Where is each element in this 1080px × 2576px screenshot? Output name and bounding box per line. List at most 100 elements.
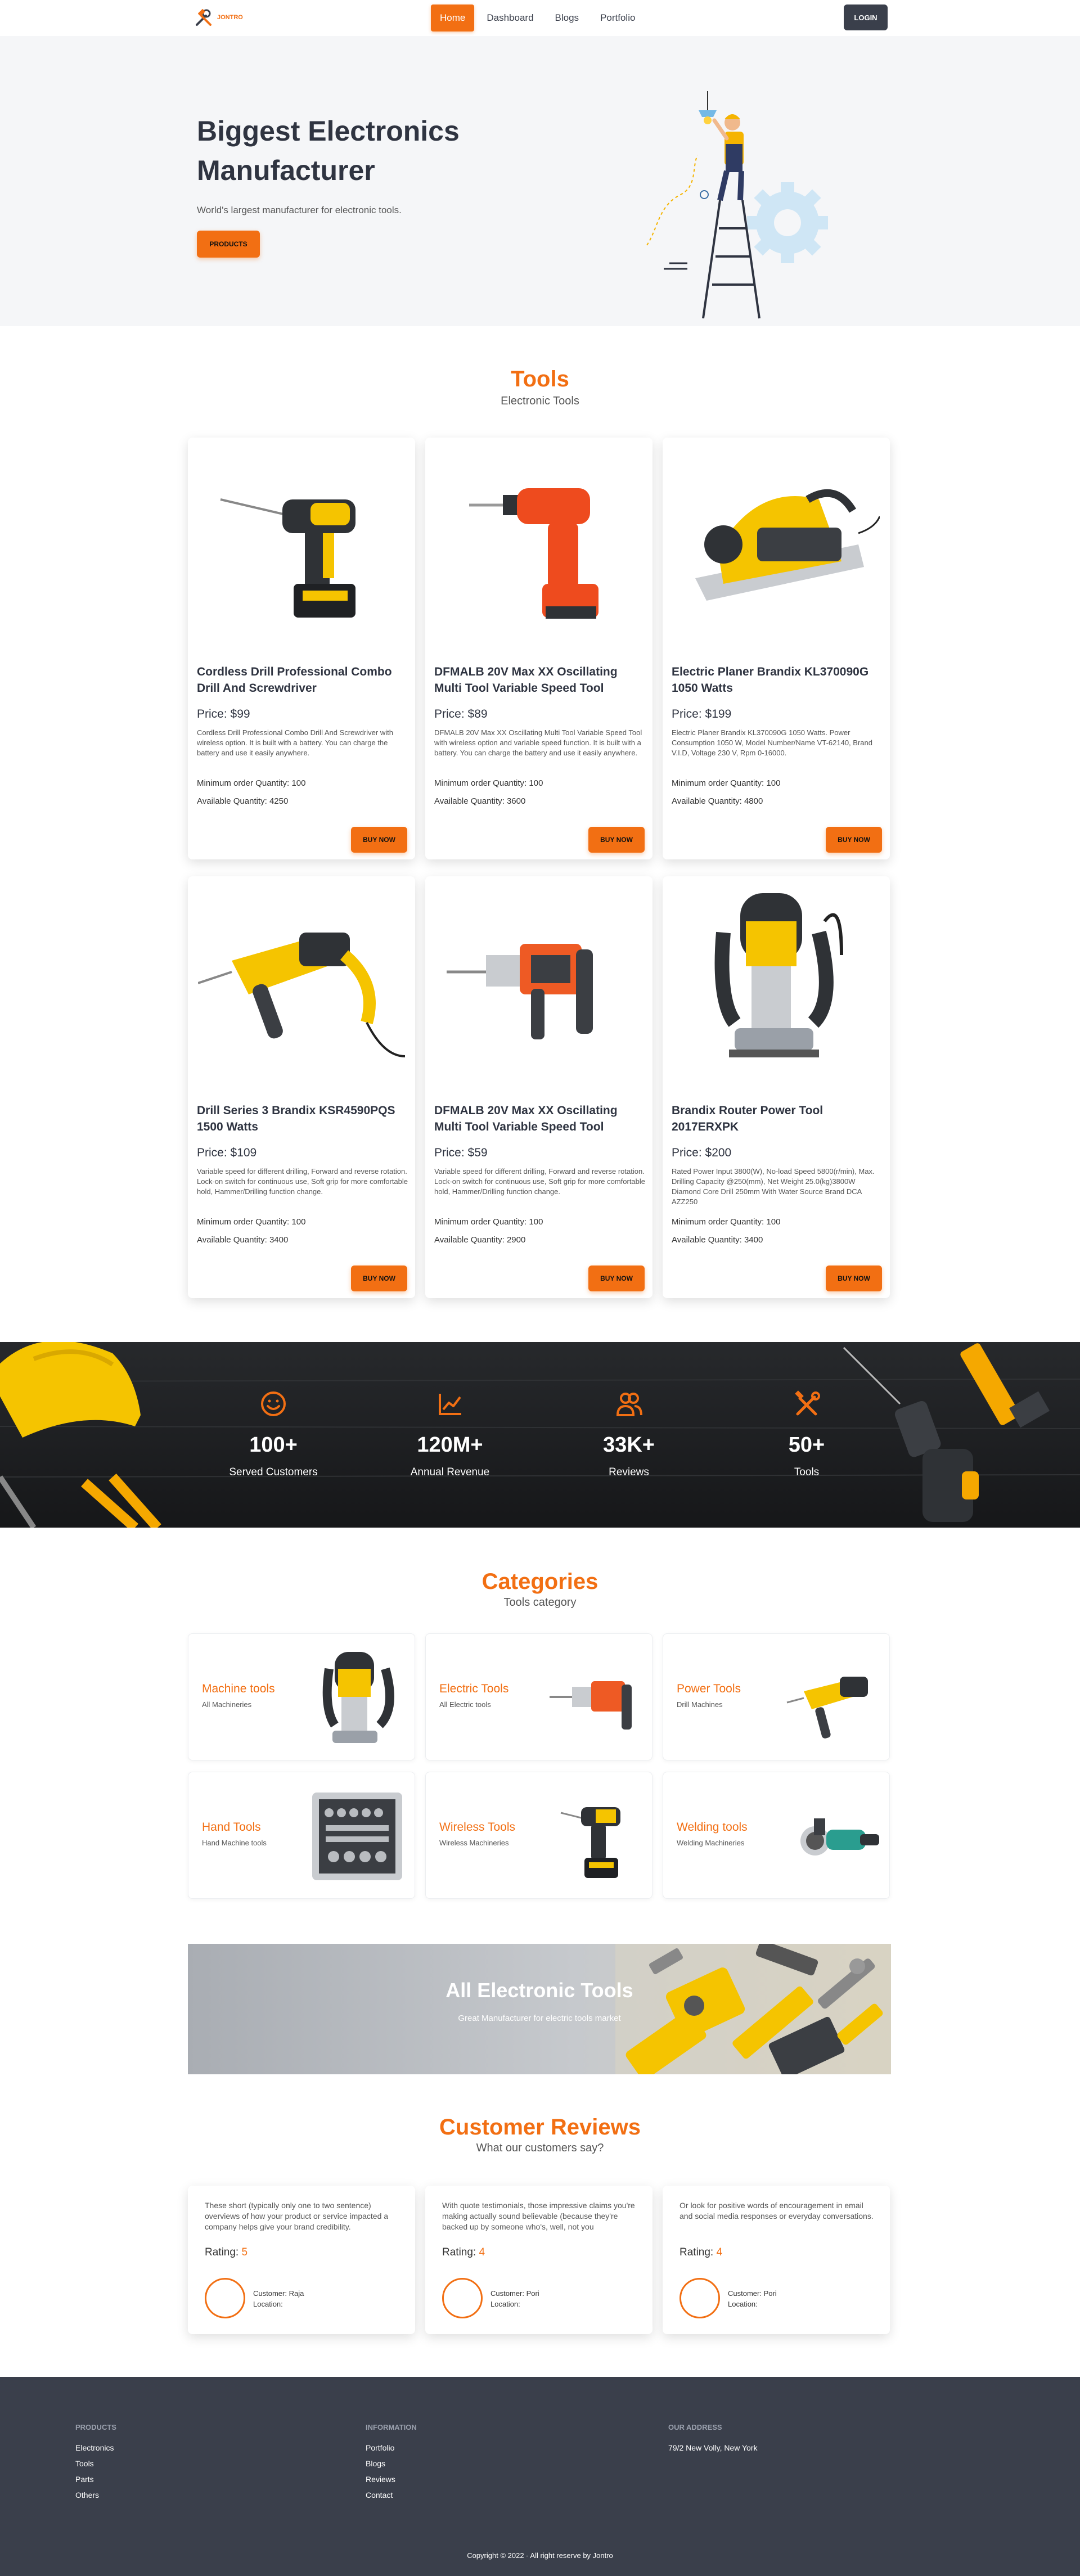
footer-link-blogs[interactable]: Blogs — [366, 2459, 385, 2468]
nav-home[interactable]: Home — [431, 4, 475, 31]
price-prefix: Price: — [434, 1146, 468, 1159]
product-description: DFMALB 20V Max XX Oscillating Multi Tool… — [434, 728, 642, 757]
review-customer: Customer: Raja Location: — [253, 2288, 304, 2309]
product-name: DFMALB 20V Max XX Oscillating Multi Tool… — [434, 1104, 618, 1133]
price-value: $199 — [705, 708, 732, 720]
product-card: Cordless Drill Professional Combo Drill … — [188, 438, 415, 859]
review-rating: Rating: 4 — [442, 2246, 485, 2259]
footer-link-tools[interactable]: Tools — [75, 2459, 94, 2468]
tools-title: Tools — [511, 367, 569, 391]
category-card[interactable]: Power Tools Drill Machines — [663, 1633, 890, 1760]
product-price: Price: $99 — [197, 708, 250, 721]
rating-prefix: Rating: — [442, 2246, 479, 2258]
min-value: 100 — [529, 1217, 543, 1227]
customer-prefix: Customer: — [253, 2289, 289, 2298]
price-prefix: Price: — [434, 708, 468, 720]
category-name: Welding tools — [677, 1821, 748, 1834]
category-image — [781, 1646, 883, 1749]
buy-now-button[interactable]: BUY NOW — [588, 1266, 645, 1291]
product-available-quantity: Available Quantity: 4800 — [672, 796, 763, 806]
smile-icon — [261, 1391, 286, 1416]
avail-prefix: Available Quantity: — [672, 796, 744, 806]
footer-address-heading: OUR ADDRESS — [668, 2423, 722, 2431]
customer-name: Pori — [526, 2289, 539, 2298]
review-customer: Customer: Pori Location: — [728, 2288, 777, 2309]
customer-name: Raja — [289, 2289, 304, 2298]
category-card[interactable]: Hand Tools Hand Machine tools — [188, 1772, 415, 1899]
product-card: DFMALB 20V Max XX Oscillating Multi Tool… — [425, 438, 652, 859]
hero-title: Biggest Electronics Manufacturer — [197, 115, 460, 186]
site-logo[interactable]: JONTRO — [195, 8, 243, 27]
stat-revenue: 120M+ Annual Revenue — [394, 1389, 506, 1479]
review-text: Or look for positive words of encouragem… — [680, 2201, 874, 2221]
wrench-hammer-icon — [196, 9, 212, 26]
avail-value: 3400 — [269, 1235, 289, 1245]
product-available-quantity: Available Quantity: 3400 — [672, 1235, 763, 1245]
price-value: $99 — [230, 708, 250, 720]
avatar — [680, 2278, 720, 2318]
category-card[interactable]: Electric Tools All Electric tools — [425, 1633, 652, 1760]
product-price: Price: $109 — [197, 1146, 256, 1160]
product-name: Brandix Router Power Tool 2017ERXPK — [672, 1104, 824, 1133]
product-card: DFMALB 20V Max XX Oscillating Multi Tool… — [425, 876, 652, 1298]
category-card[interactable]: Wireless Tools Wireless Machineries — [425, 1772, 652, 1899]
avail-prefix: Available Quantity: — [197, 1235, 269, 1245]
footer-link-reviews[interactable]: Reviews — [366, 2475, 395, 2484]
customer-name: Pori — [763, 2289, 777, 2298]
customer-prefix: Customer: — [490, 2289, 526, 2298]
review-text: With quote testimonials, those impressiv… — [442, 2201, 635, 2231]
logo-text: JONTRO — [217, 14, 243, 21]
buy-now-button[interactable]: BUY NOW — [826, 1266, 882, 1291]
footer-link-parts[interactable]: Parts — [75, 2475, 94, 2484]
location-label: Location: — [728, 2300, 758, 2308]
location-label: Location: — [253, 2300, 283, 2308]
footer-link-others[interactable]: Others — [75, 2491, 99, 2500]
avail-prefix: Available Quantity: — [672, 1235, 744, 1245]
login-button[interactable]: LOGIN — [844, 4, 888, 30]
price-prefix: Price: — [672, 708, 705, 720]
category-card[interactable]: Machine tools All Machineries — [188, 1633, 415, 1760]
stat-value: 120M+ — [417, 1433, 483, 1457]
category-card[interactable]: Welding tools Welding Machineries — [663, 1772, 890, 1899]
rating-value: 4 — [716, 2246, 723, 2258]
category-image — [781, 1785, 883, 1887]
copyright: Copyright © 2022 - All right reserve by … — [467, 2551, 613, 2560]
all-tools-banner[interactable]: All Electronic Tools Great Manufacturer … — [188, 1944, 891, 2074]
category-name: Electric Tools — [439, 1682, 509, 1695]
min-prefix: Minimum order Quantity: — [434, 1217, 529, 1227]
footer: PRODUCTS Electronics Tools Parts Others … — [0, 2377, 1080, 2576]
product-image — [198, 449, 405, 640]
product-name: Electric Planer Brandix KL370090G 1050 W… — [672, 665, 869, 695]
nav-portfolio[interactable]: Portfolio — [591, 4, 644, 31]
avatar — [442, 2278, 483, 2318]
price-prefix: Price: — [672, 1146, 705, 1159]
buy-now-button[interactable]: BUY NOW — [351, 1266, 407, 1291]
hero-section: Biggest Electronics Manufacturer World's… — [0, 36, 1080, 326]
tools-icon — [795, 1390, 820, 1416]
products-button[interactable]: PRODUCTS — [197, 231, 260, 258]
min-prefix: Minimum order Quantity: — [434, 778, 529, 788]
min-prefix: Minimum order Quantity: — [672, 778, 767, 788]
buy-now-button[interactable]: BUY NOW — [588, 827, 645, 853]
nav-links: Home Dashboard Blogs Portfolio — [431, 4, 644, 31]
tools-flatlay-illustration — [615, 1944, 891, 2074]
buy-now-button[interactable]: BUY NOW — [351, 827, 407, 853]
banner-title: All Electronic Tools — [446, 1979, 633, 2002]
footer-link-electronics[interactable]: Electronics — [75, 2443, 114, 2452]
category-subtitle: Hand Machine tools — [202, 1839, 267, 1847]
review-rating: Rating: 4 — [680, 2246, 722, 2259]
footer-link-contact[interactable]: Contact — [366, 2491, 393, 2500]
price-value: $59 — [467, 1146, 488, 1159]
users-icon — [616, 1393, 642, 1416]
nav-dashboard[interactable]: Dashboard — [478, 4, 542, 31]
product-name: Cordless Drill Professional Combo Drill … — [197, 665, 392, 695]
stat-label: Tools — [794, 1466, 820, 1478]
min-value: 100 — [291, 1217, 306, 1227]
buy-now-button[interactable]: BUY NOW — [826, 827, 882, 853]
nav-blogs[interactable]: Blogs — [546, 4, 588, 31]
stat-value: 33K+ — [603, 1433, 655, 1457]
price-value: $109 — [230, 1146, 257, 1159]
footer-link-portfolio[interactable]: Portfolio — [366, 2443, 394, 2452]
footer-information-heading: INFORMATION — [366, 2423, 417, 2431]
categories-subtitle: Tools category — [503, 1596, 577, 1609]
